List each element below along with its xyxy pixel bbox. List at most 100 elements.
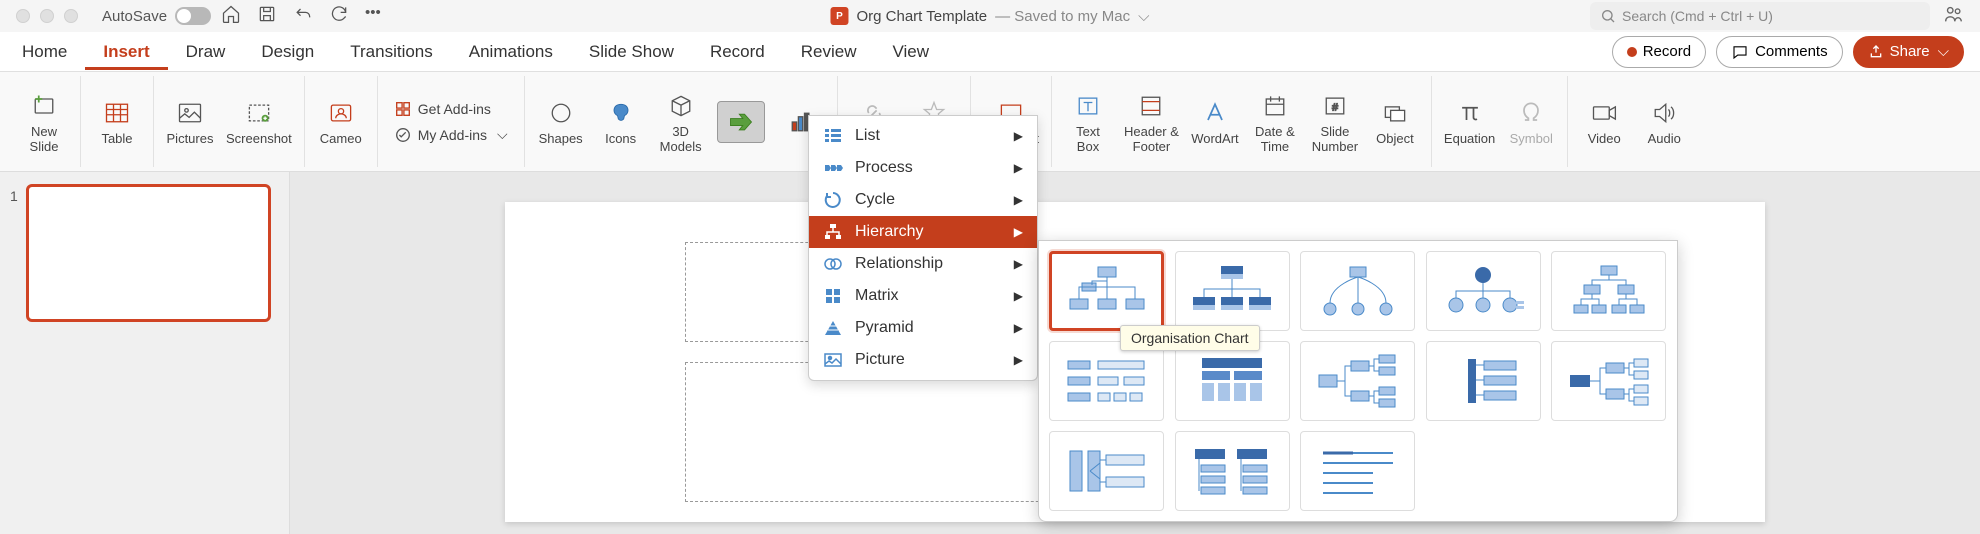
layout-horizontal-hierarchy[interactable]	[1551, 341, 1666, 421]
tab-view[interactable]: View	[875, 34, 948, 70]
textbox-icon	[1072, 90, 1104, 122]
pictures-button[interactable]: Pictures	[166, 97, 214, 146]
smartart-category-menu: List▶ Process▶ Cycle▶ Hierarchy▶ Relatio…	[808, 115, 1038, 381]
layout-labeled-hierarchy[interactable]	[1049, 341, 1164, 421]
maximize-window-icon[interactable]	[64, 9, 78, 23]
tab-insert[interactable]: Insert	[85, 34, 167, 70]
hierarchy-layouts-panel	[1038, 240, 1678, 522]
equation-button[interactable]: Equation	[1444, 97, 1495, 146]
tab-animations[interactable]: Animations	[451, 34, 571, 70]
comments-button[interactable]: Comments	[1716, 36, 1843, 68]
menu-matrix[interactable]: Matrix▶	[809, 280, 1037, 312]
slide-thumbnails-panel: 1	[0, 172, 290, 534]
header-footer-icon	[1135, 90, 1167, 122]
layout-organisation-chart[interactable]	[1049, 251, 1164, 331]
shapes-button[interactable]: Shapes	[537, 97, 585, 146]
cube-icon	[665, 90, 697, 122]
layout-horizontal-multi[interactable]	[1426, 341, 1541, 421]
relationship-icon	[823, 254, 843, 274]
layout-circle-picture-hier[interactable]	[1426, 251, 1541, 331]
minimize-window-icon[interactable]	[40, 9, 54, 23]
cameo-icon	[325, 97, 357, 129]
audio-button[interactable]: Audio	[1640, 97, 1688, 146]
menu-hierarchy[interactable]: Hierarchy▶	[809, 216, 1037, 248]
menu-pyramid[interactable]: Pyramid▶	[809, 312, 1037, 344]
textbox-button[interactable]: Text Box	[1064, 90, 1112, 154]
new-slide-button[interactable]: New Slide	[20, 90, 68, 154]
table-button[interactable]: Table	[93, 97, 141, 146]
submenu-arrow-icon: ▶	[1014, 321, 1023, 335]
layout-hierarchy[interactable]	[1551, 251, 1666, 331]
share-icon	[1868, 44, 1884, 60]
slide-number-button[interactable]: #Slide Number	[1311, 90, 1359, 154]
comment-icon	[1731, 43, 1749, 61]
menu-cycle[interactable]: Cycle▶	[809, 184, 1037, 216]
matrix-icon	[823, 286, 843, 306]
tab-design[interactable]: Design	[243, 34, 332, 70]
tab-draw[interactable]: Draw	[168, 34, 244, 70]
collab-icon[interactable]	[1942, 3, 1964, 29]
share-button[interactable]: Share⌵	[1853, 36, 1964, 68]
smartart-icon	[725, 106, 757, 138]
save-icon[interactable]	[257, 4, 277, 28]
more-icon[interactable]: •••	[365, 4, 381, 28]
submenu-arrow-icon: ▶	[1014, 353, 1023, 367]
record-dot-icon	[1627, 47, 1637, 57]
screenshot-button[interactable]: Screenshot	[226, 97, 292, 146]
smartart-button[interactable]	[717, 101, 765, 143]
object-button[interactable]: Object	[1371, 97, 1419, 146]
new-slide-icon	[28, 90, 60, 122]
home-icon[interactable]	[221, 4, 241, 28]
my-addins-button[interactable]: My Add-ins⌵	[390, 124, 512, 146]
3d-models-button[interactable]: 3D Models	[657, 90, 705, 154]
video-icon	[1588, 97, 1620, 129]
tab-home[interactable]: Home	[4, 34, 85, 70]
autosave-toggle[interactable]	[175, 7, 211, 25]
menu-process[interactable]: Process▶	[809, 152, 1037, 184]
video-button[interactable]: Video	[1580, 97, 1628, 146]
submenu-arrow-icon: ▶	[1014, 225, 1023, 239]
undo-icon[interactable]	[293, 4, 313, 28]
layout-table-hierarchy[interactable]	[1175, 341, 1290, 421]
window-controls[interactable]	[16, 9, 78, 23]
calendar-icon	[1259, 90, 1291, 122]
number-icon: #	[1319, 90, 1351, 122]
cycle-icon	[823, 190, 843, 210]
table-icon	[101, 97, 133, 129]
datetime-button[interactable]: Date & Time	[1251, 90, 1299, 154]
header-footer-button[interactable]: Header & Footer	[1124, 90, 1179, 154]
menu-relationship[interactable]: Relationship▶	[809, 248, 1037, 280]
save-status: — Saved to my Mac	[995, 8, 1130, 25]
redo-icon[interactable]	[329, 4, 349, 28]
tab-review[interactable]: Review	[783, 34, 875, 70]
layout-tooltip: Organisation Chart	[1120, 325, 1260, 351]
title-dropdown-icon[interactable]: ⌵	[1138, 8, 1149, 25]
layout-lined-list[interactable]	[1300, 431, 1415, 511]
layout-horizontal-org[interactable]	[1300, 341, 1415, 421]
screenshot-icon	[243, 97, 275, 129]
submenu-arrow-icon: ▶	[1014, 257, 1023, 271]
list-icon	[823, 126, 843, 146]
menu-picture[interactable]: Picture▶	[809, 344, 1037, 376]
search-input[interactable]: Search (Cmd + Ctrl + U)	[1590, 2, 1930, 30]
tab-slideshow[interactable]: Slide Show	[571, 34, 692, 70]
pyramid-icon	[823, 318, 843, 338]
wordart-button[interactable]: WordArt	[1191, 97, 1239, 146]
layout-half-circle-org[interactable]	[1300, 251, 1415, 331]
slide-thumbnail[interactable]	[26, 184, 271, 322]
layout-horizontal-labeled[interactable]	[1049, 431, 1164, 511]
cameo-button[interactable]: Cameo	[317, 97, 365, 146]
layout-name-title-org[interactable]	[1175, 251, 1290, 331]
hierarchy-icon	[823, 222, 843, 242]
layout-hierarchy-list[interactable]	[1175, 431, 1290, 511]
icons-button[interactable]: Icons	[597, 97, 645, 146]
tab-transitions[interactable]: Transitions	[332, 34, 451, 70]
pi-icon	[1454, 97, 1486, 129]
search-placeholder: Search (Cmd + Ctrl + U)	[1622, 8, 1773, 24]
close-window-icon[interactable]	[16, 9, 30, 23]
menu-list[interactable]: List▶	[809, 120, 1037, 152]
tab-record[interactable]: Record	[692, 34, 783, 70]
get-addins-button[interactable]: Get Add-ins	[390, 98, 512, 120]
symbol-button: Symbol	[1507, 97, 1555, 146]
record-button[interactable]: Record	[1612, 36, 1706, 68]
